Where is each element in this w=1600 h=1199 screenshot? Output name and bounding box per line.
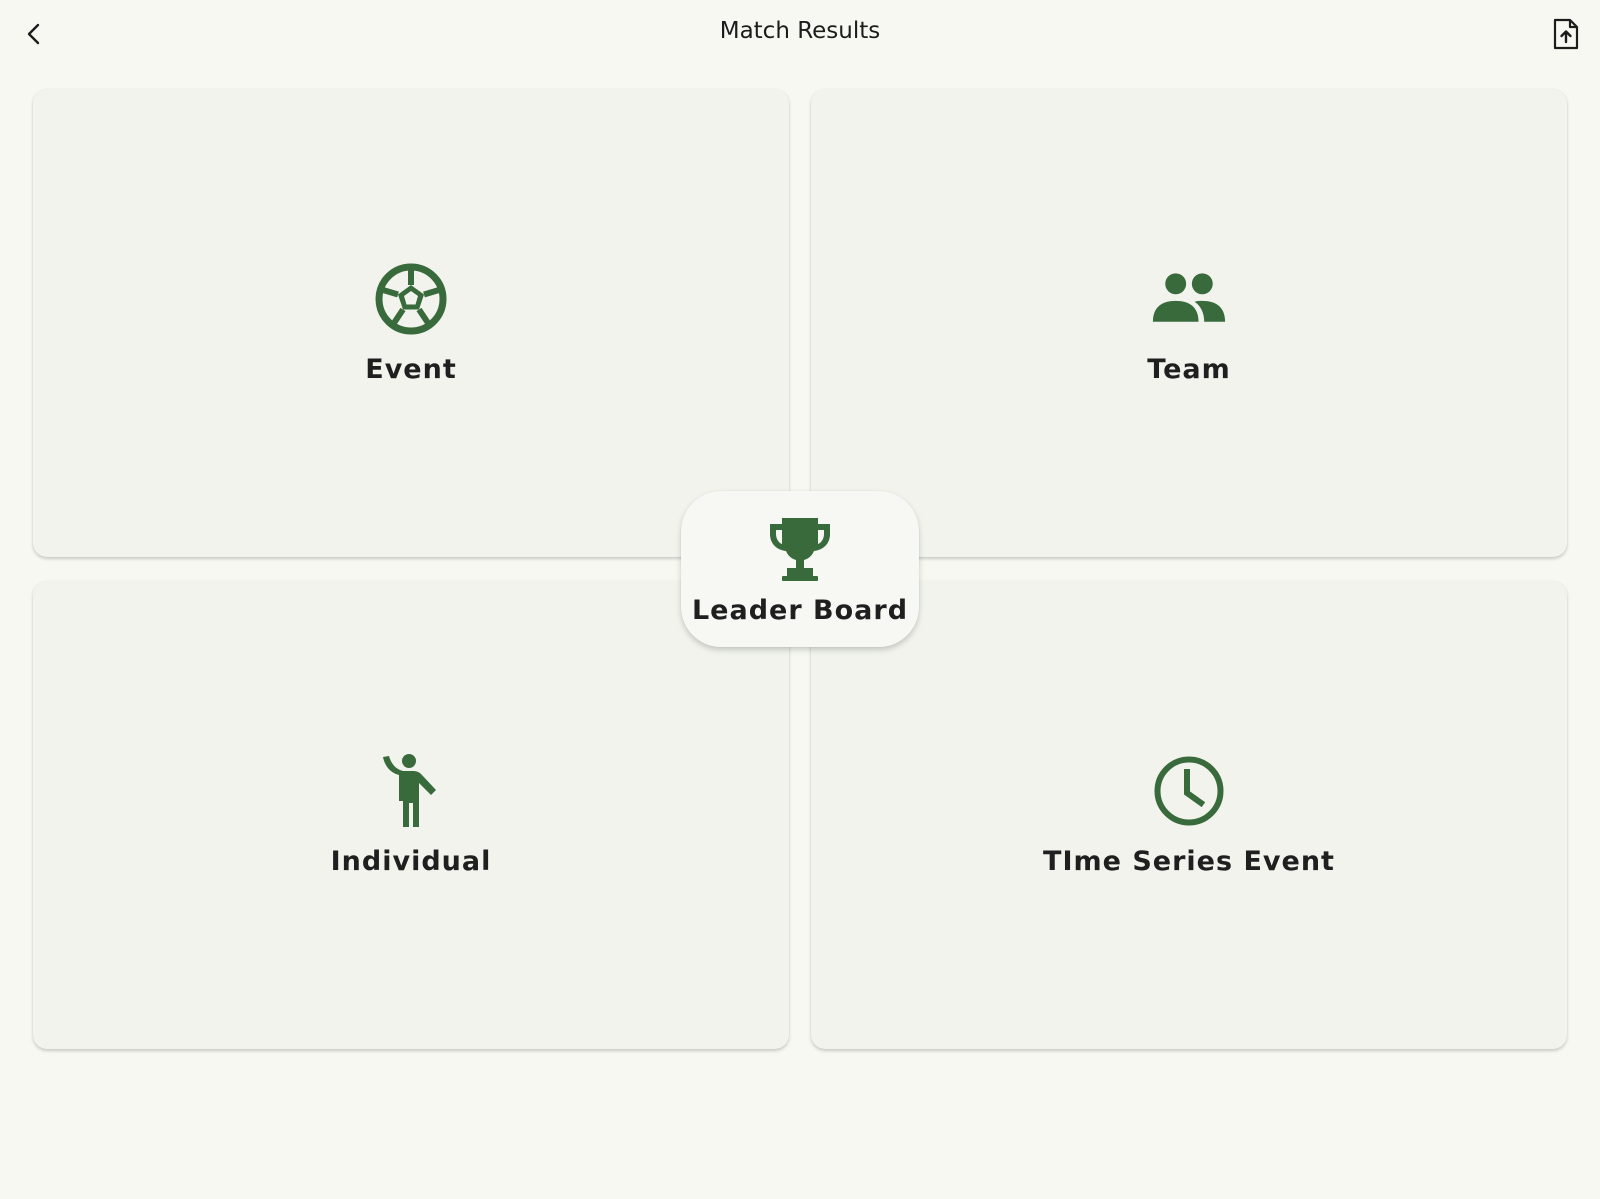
- clock-icon: [1151, 753, 1227, 829]
- leader-board-label: Leader Board: [691, 595, 909, 626]
- page-title: Match Results: [719, 18, 881, 44]
- top-app-bar: Match Results: [0, 0, 1600, 68]
- file-upload-icon: [1553, 18, 1579, 50]
- group-icon: [1151, 261, 1227, 337]
- trophy-icon: [764, 513, 836, 585]
- team-card[interactable]: Team: [811, 89, 1567, 557]
- leader-board-button[interactable]: Leader Board: [681, 491, 919, 647]
- event-card[interactable]: Event: [33, 89, 789, 557]
- person-waving-icon: [373, 753, 449, 829]
- time-series-event-card[interactable]: TIme Series Event: [811, 581, 1567, 1049]
- time-series-event-label: TIme Series Event: [1043, 846, 1335, 877]
- individual-card[interactable]: Individual: [33, 581, 789, 1049]
- soccer-ball-icon: [373, 261, 449, 337]
- export-button[interactable]: [1546, 12, 1586, 56]
- event-label: Event: [365, 354, 457, 385]
- team-label: Team: [1147, 354, 1231, 385]
- individual-label: Individual: [330, 846, 492, 877]
